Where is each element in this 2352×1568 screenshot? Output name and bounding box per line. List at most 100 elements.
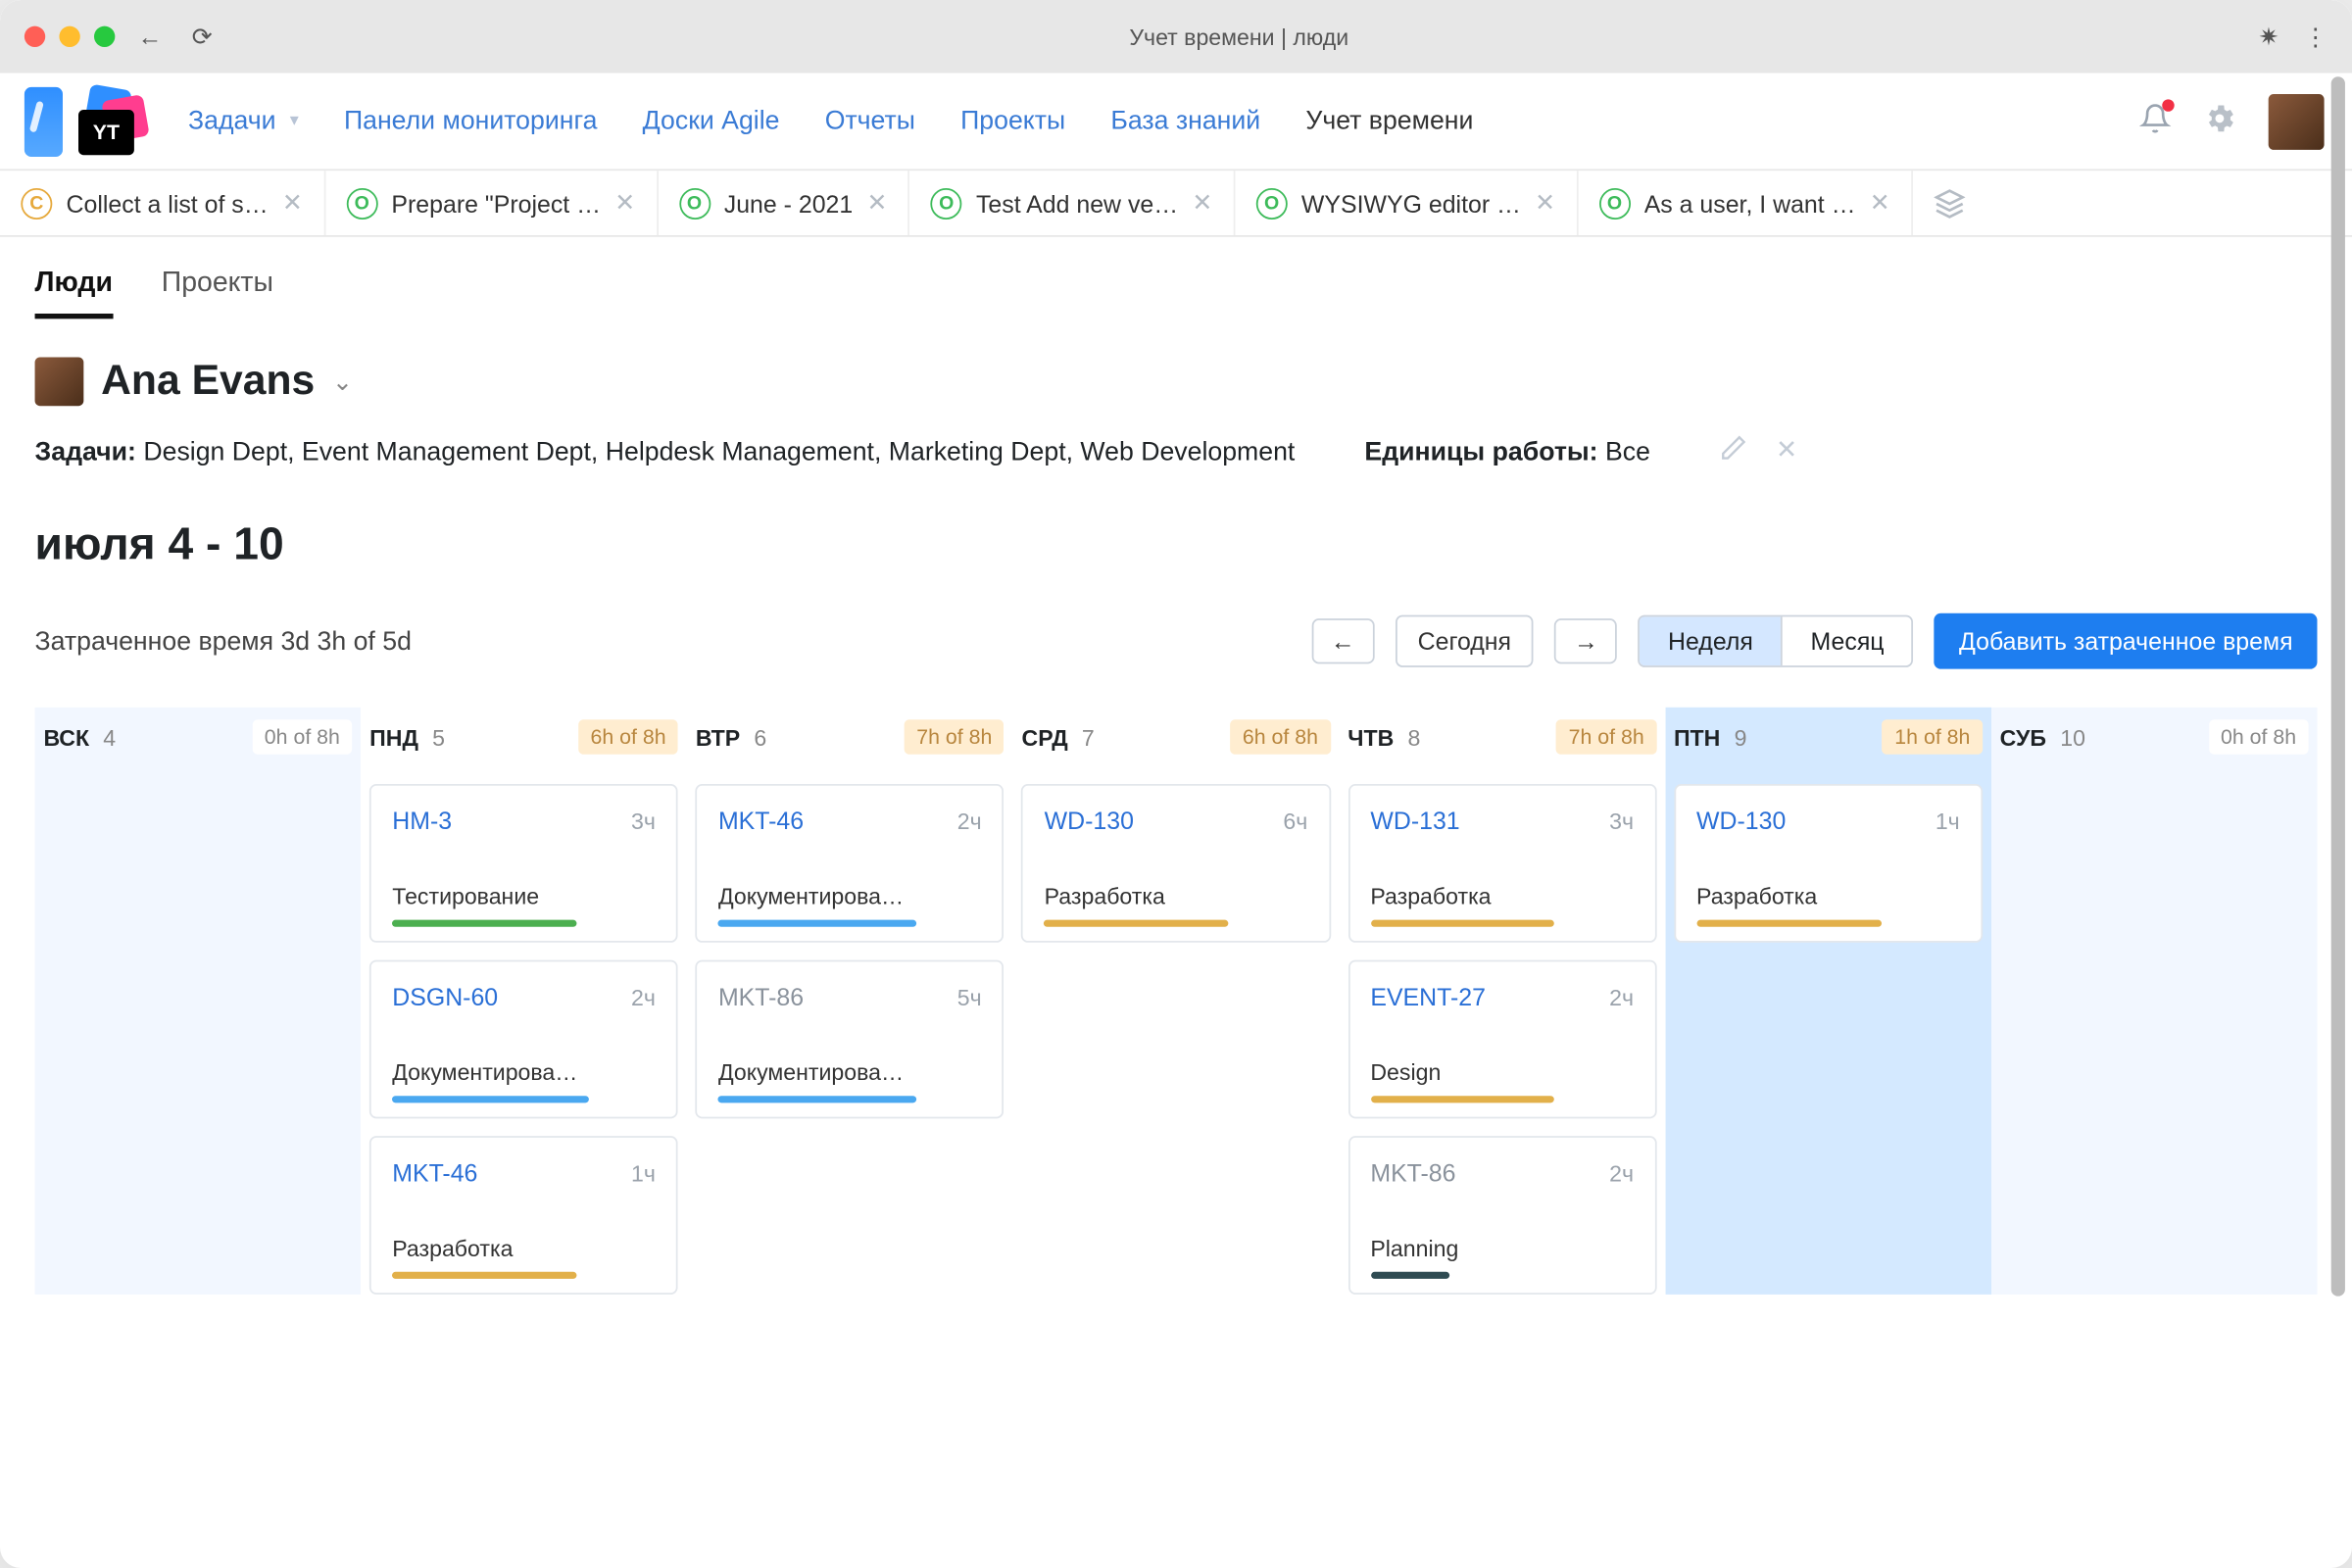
time-card[interactable]: MKT-86 2ч Planning [1348, 1136, 1656, 1295]
issue-tab-label: June - 2021 [724, 189, 853, 217]
clear-filter-icon[interactable]: ✕ [1776, 434, 1797, 469]
time-card[interactable]: WD-130 1ч Разработка [1674, 784, 1983, 943]
day-column: ЧТВ 8 7h of 8h WD-131 3ч Разработка EVEN… [1339, 708, 1665, 1295]
day-header: ПТН 9 1h of 8h [1674, 708, 1983, 766]
brand[interactable]: YT [24, 86, 143, 156]
time-card[interactable]: DSGN-60 2ч Документирова… [369, 960, 678, 1119]
minimize-window-icon[interactable] [59, 26, 79, 47]
time-card[interactable]: MKT-86 5ч Документирова… [696, 960, 1004, 1119]
time-card[interactable]: WD-130 6ч Разработка [1022, 784, 1331, 943]
card-issue-id[interactable]: EVENT-27 [1370, 983, 1486, 1010]
card-issue-id[interactable]: WD-130 [1045, 807, 1134, 834]
close-tab-icon[interactable]: ✕ [1870, 188, 1890, 218]
day-column: ВСК 4 0h of 8h [35, 708, 362, 1295]
tasks-filter: Задачи: Design Dept, Event Management De… [35, 436, 1296, 466]
maximize-window-icon[interactable] [94, 26, 115, 47]
close-tab-icon[interactable]: ✕ [282, 188, 303, 218]
card-activity: Документирова… [392, 1059, 656, 1086]
card-status-stripe [1045, 920, 1229, 927]
day-header: ВТР 6 7h of 8h [696, 708, 1004, 766]
hours-pill: 1h of 8h [1883, 719, 1983, 755]
card-issue-id[interactable]: WD-130 [1696, 807, 1786, 834]
card-issue-id[interactable]: MKT-46 [718, 807, 804, 834]
tab-stack-icon[interactable] [1913, 171, 1986, 235]
time-card[interactable]: MKT-46 2ч Документирова… [696, 784, 1004, 943]
close-tab-icon[interactable]: ✕ [866, 188, 887, 218]
next-week-button[interactable]: → [1554, 618, 1617, 663]
tab-projects[interactable]: Проекты [162, 269, 273, 319]
close-tab-icon[interactable]: ✕ [1535, 188, 1555, 218]
issue-tab[interactable]: O Prepare "Project … ✕ [325, 171, 658, 235]
issue-tab[interactable]: O Test Add new ve… ✕ [909, 171, 1235, 235]
nav-tasks[interactable]: Задачи [188, 106, 276, 135]
nav-projects[interactable]: Проекты [960, 106, 1065, 135]
time-card[interactable]: EVENT-27 2ч Design [1348, 960, 1656, 1119]
nav-agile[interactable]: Доски Agile [643, 106, 780, 135]
card-status-stripe [718, 920, 916, 927]
extensions-icon[interactable]: ✷ [2259, 22, 2279, 51]
day-column: СУБ 10 0h of 8h [1991, 708, 2318, 1295]
add-time-button[interactable]: Добавить затраченное время [1935, 613, 2317, 669]
issue-tab-label: Prepare "Project … [391, 189, 601, 217]
issue-badge: O [679, 187, 710, 219]
nav-timesheet[interactable]: Учет времени [1305, 106, 1473, 135]
nav-reports[interactable]: Отчеты [825, 106, 915, 135]
day-header: СУБ 10 0h of 8h [2000, 708, 2309, 766]
spent-summary: Затраченное время 3d 3h of 5d [35, 626, 412, 656]
month-option[interactable]: Месяц [1781, 616, 1912, 665]
tab-people[interactable]: Люди [35, 269, 113, 319]
issue-tab[interactable]: O June - 2021 ✕ [658, 171, 909, 235]
card-activity: Planning [1370, 1235, 1634, 1261]
card-activity: Документирова… [718, 883, 982, 909]
card-status-stripe [718, 1096, 916, 1102]
issue-badge: O [346, 187, 377, 219]
day-number: 5 [432, 724, 445, 751]
issue-badge: C [21, 187, 52, 219]
time-card[interactable]: HM-3 3ч Тестирование [369, 784, 678, 943]
time-card[interactable]: WD-131 3ч Разработка [1348, 784, 1656, 943]
vertical-scrollbar[interactable] [2331, 76, 2345, 1296]
day-of-week: ВСК [43, 724, 89, 751]
week-option[interactable]: Неделя [1641, 616, 1782, 665]
settings-icon[interactable] [2202, 101, 2237, 141]
hours-pill: 6h of 8h [1230, 719, 1330, 755]
nav-kb[interactable]: База знаний [1110, 106, 1260, 135]
card-activity: Документирова… [718, 1059, 982, 1086]
notifications-icon[interactable] [2139, 103, 2171, 139]
window-controls [24, 26, 115, 47]
browser-menu-icon[interactable]: ⋮ [2303, 22, 2328, 51]
card-issue-id[interactable]: HM-3 [392, 807, 452, 834]
close-window-icon[interactable] [24, 26, 45, 47]
card-activity: Design [1370, 1059, 1634, 1086]
card-hours: 5ч [957, 984, 982, 1010]
card-hours: 2ч [631, 984, 656, 1010]
card-issue-id[interactable]: WD-131 [1370, 807, 1459, 834]
issue-badge: O [931, 187, 962, 219]
back-button[interactable]: ← [132, 23, 168, 50]
edit-filter-icon[interactable] [1720, 434, 1747, 469]
user-avatar[interactable] [2269, 93, 2325, 149]
issue-tab[interactable]: O As a user, I want … ✕ [1578, 171, 1913, 235]
user-dropdown-icon[interactable]: ⌄ [332, 367, 353, 396]
card-status-stripe [1370, 1272, 1449, 1279]
chevron-down-icon[interactable]: ▾ [290, 112, 299, 131]
today-button[interactable]: Сегодня [1396, 615, 1535, 667]
card-hours: 6ч [1283, 808, 1307, 834]
issue-tab[interactable]: O WYSIWYG editor … ✕ [1235, 171, 1578, 235]
nav-dashboards[interactable]: Панели мониторинга [344, 106, 598, 135]
card-issue-id[interactable]: MKT-46 [392, 1158, 477, 1186]
issue-tab[interactable]: C Collect a list of s… ✕ [0, 171, 325, 235]
card-issue-id[interactable]: MKT-86 [1370, 1158, 1455, 1186]
day-number: 8 [1408, 724, 1421, 751]
day-of-week: СРД [1022, 724, 1068, 751]
card-issue-id[interactable]: DSGN-60 [392, 983, 498, 1010]
day-header: СРД 7 6h of 8h [1022, 708, 1331, 766]
close-tab-icon[interactable]: ✕ [614, 188, 635, 218]
reload-button[interactable]: ⟳ [184, 22, 220, 51]
time-card[interactable]: MKT-46 1ч Разработка [369, 1136, 678, 1295]
card-issue-id[interactable]: MKT-86 [718, 983, 804, 1010]
day-number: 7 [1082, 724, 1095, 751]
prev-week-button[interactable]: ← [1311, 618, 1374, 663]
card-activity: Разработка [392, 1235, 656, 1261]
close-tab-icon[interactable]: ✕ [1192, 188, 1212, 218]
